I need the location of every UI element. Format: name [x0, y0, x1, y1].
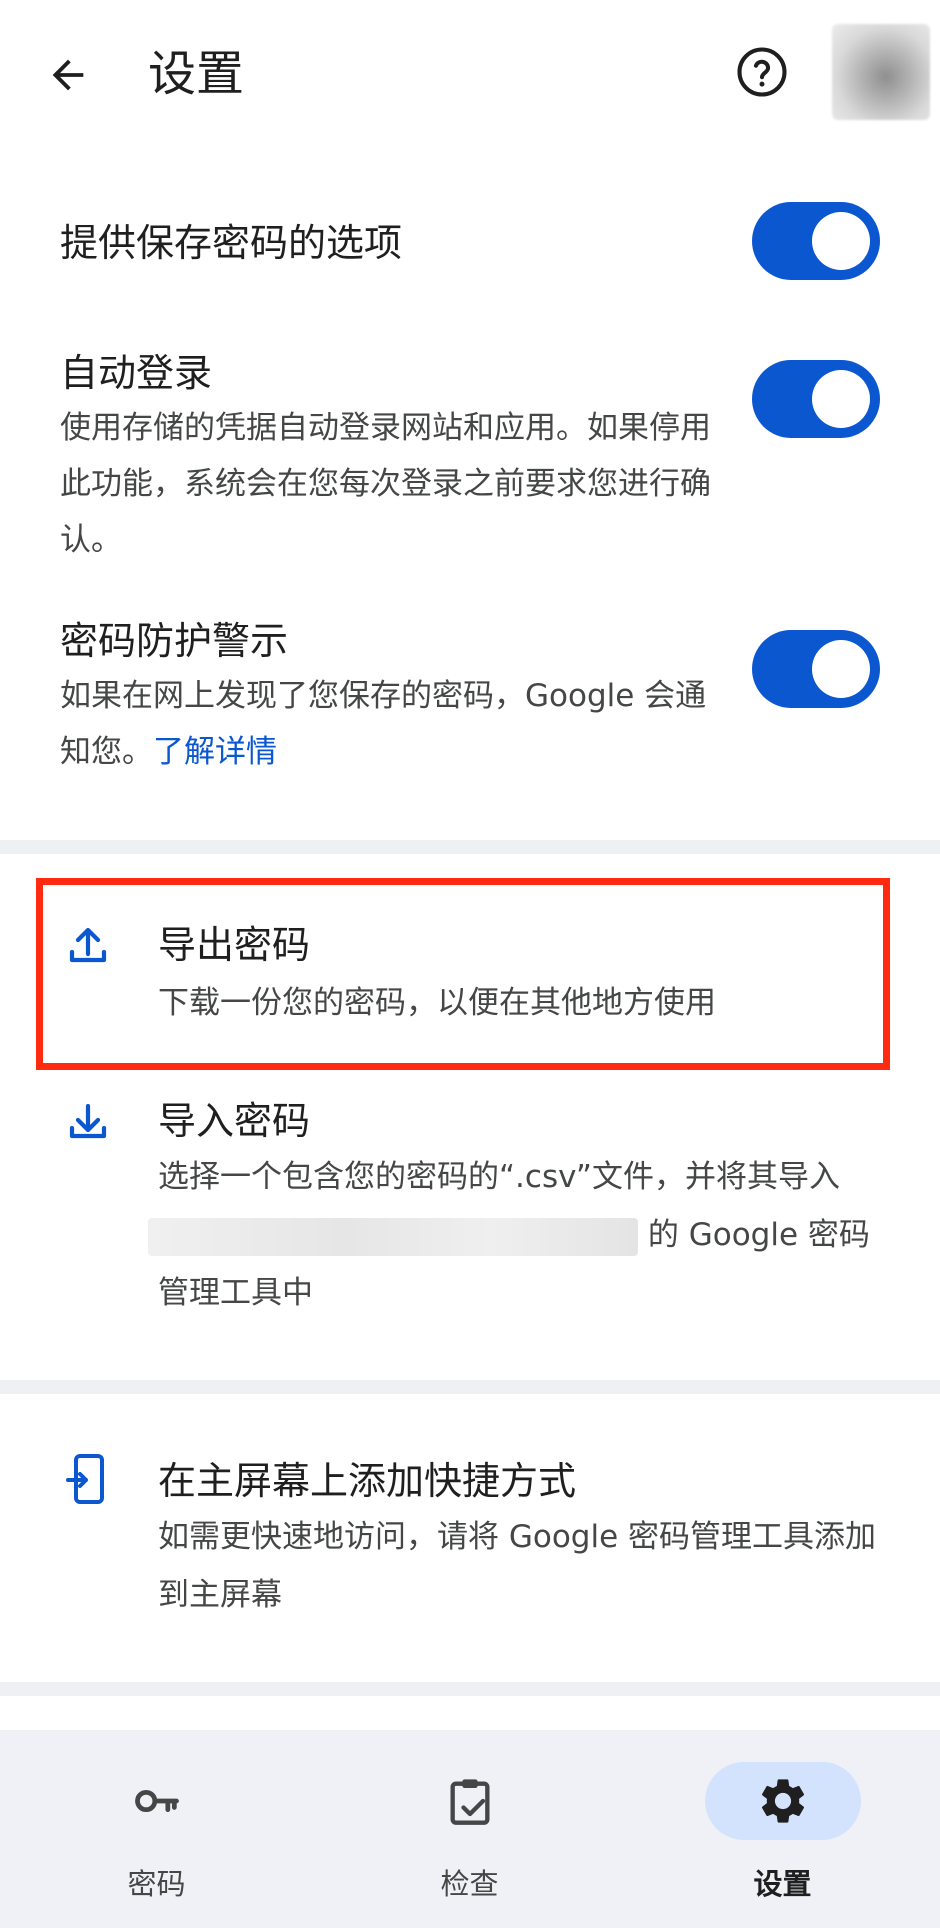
action-title: 导入密码 — [158, 1099, 311, 1143]
toggle-knob — [812, 212, 870, 270]
setting-auto-sign-in[interactable]: 自动登录 使用存储的凭据自动登录网站和应用。如果停用此功能，系统会在您每次登录之… — [0, 346, 940, 566]
bottom-navigation: 密码 检查 设置 — [0, 1730, 940, 1928]
add-shortcut-row[interactable]: 在主屏幕上添加快捷方式 如需更快速地访问，请将 Google 密码管理工具添加到… — [0, 1440, 940, 1640]
nav-label: 设置 — [753, 1867, 812, 1901]
highlight-box — [36, 878, 890, 1070]
add-to-home-screen-icon — [62, 1454, 114, 1506]
nav-label: 检查 — [440, 1867, 499, 1901]
arrow-back-icon — [52, 59, 84, 91]
nav-icon-container — [704, 1762, 861, 1840]
redacted-account-email — [148, 1217, 638, 1256]
password-alerts-toggle[interactable] — [752, 630, 880, 708]
offer-save-toggle[interactable] — [752, 202, 880, 280]
download-icon — [62, 1096, 114, 1148]
clipboard-check-icon — [450, 1779, 489, 1825]
auto-sign-in-toggle[interactable] — [752, 360, 880, 438]
gear-icon — [761, 1779, 804, 1823]
learn-more-link[interactable]: 了解详情 — [153, 734, 277, 770]
page-title: 设置 — [148, 46, 245, 102]
settings-screen: 设置 提供保存密码的选项 自动登录 使用存储的凭据自动登录网站和应用。如果停用此… — [0, 0, 940, 1928]
nav-item-checkup[interactable]: 检查 — [313, 1730, 626, 1928]
setting-description: 如果在网上发现了您保存的密码，Google 会通知您。了解详情 — [60, 668, 720, 780]
setting-offer-save-passwords[interactable]: 提供保存密码的选项 — [0, 190, 940, 300]
section-divider — [0, 840, 940, 854]
top-app-bar: 设置 — [0, 0, 940, 150]
toggle-knob — [812, 640, 870, 698]
setting-title: 自动登录 — [60, 351, 213, 395]
section-divider — [0, 1380, 940, 1394]
account-avatar[interactable] — [832, 24, 930, 120]
section-divider — [0, 1682, 940, 1696]
action-title: 在主屏幕上添加快捷方式 — [158, 1459, 577, 1503]
action-description: 选择一个包含您的密码的“.csv”文件，并将其导入 的 Google 密码管理工… — [148, 1148, 878, 1322]
setting-description: 使用存储的凭据自动登录网站和应用。如果停用此功能，系统会在您每次登录之前要求您进… — [60, 410, 711, 558]
nav-item-settings[interactable]: 设置 — [626, 1730, 939, 1928]
nav-item-passwords[interactable]: 密码 — [0, 1730, 313, 1928]
toggle-knob — [812, 370, 870, 428]
setting-password-alerts[interactable]: 密码防护警示 如果在网上发现了您保存的密码，Google 会通知您。了解详情 — [0, 614, 940, 784]
nav-icon-container — [79, 1762, 235, 1840]
key-icon — [134, 1789, 179, 1813]
back-button[interactable] — [38, 40, 98, 110]
setting-title: 提供保存密码的选项 — [60, 221, 403, 265]
setting-title: 密码防护警示 — [60, 619, 289, 663]
nav-label: 密码 — [127, 1867, 186, 1901]
import-passwords-row[interactable]: 导入密码 选择一个包含您的密码的“.csv”文件，并将其导入 的 Google … — [0, 1090, 940, 1330]
help-circle-icon — [737, 47, 787, 97]
help-button[interactable] — [730, 40, 794, 104]
nav-icon-container — [392, 1762, 548, 1840]
import-description-text: 选择一个包含您的密码的“.csv”文件，并将其导入 — [158, 1159, 840, 1195]
action-description: 如需更快速地访问，请将 Google 密码管理工具添加到主屏幕 — [158, 1519, 877, 1613]
